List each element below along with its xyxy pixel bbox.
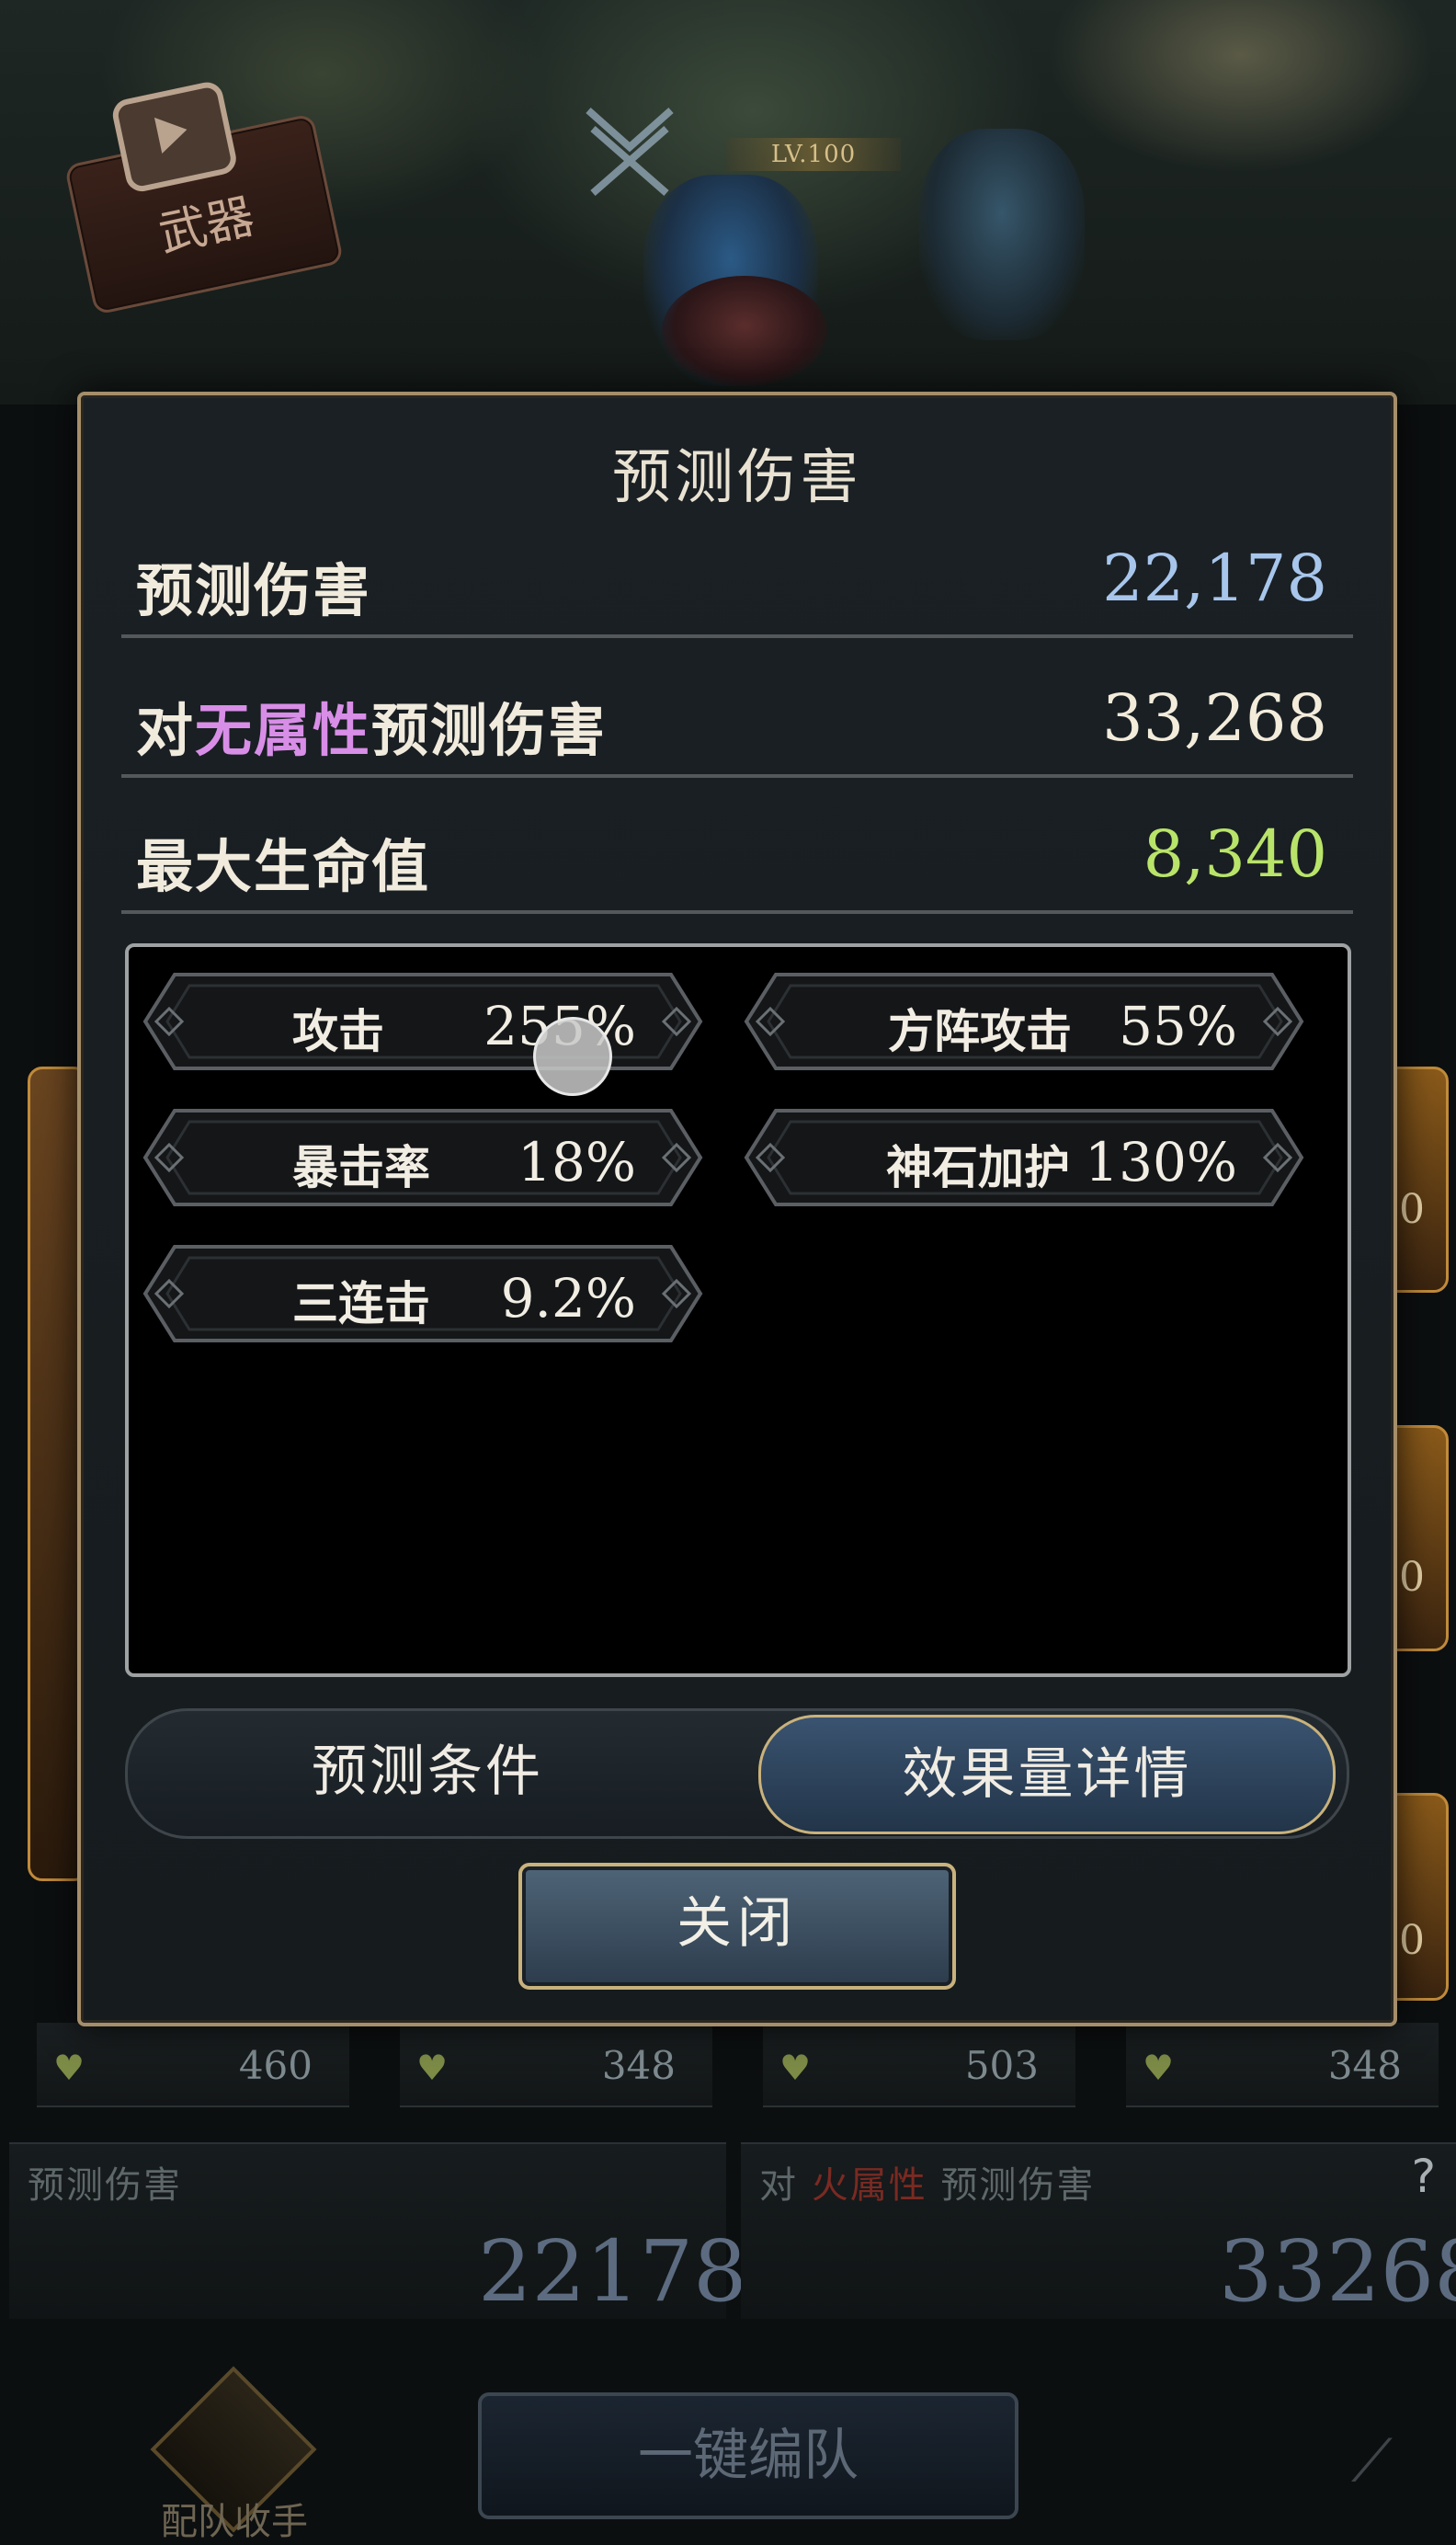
touch-indicator: [533, 1017, 612, 1096]
heart-icon: ♥: [779, 2048, 812, 2088]
team-collection-label: 配队收手: [161, 2501, 308, 2543]
enemy-figure: [919, 129, 1085, 340]
hp-value: 348: [601, 2043, 676, 2088]
character-hat: [662, 276, 827, 386]
predicted-damage-label: 预测伤害: [136, 557, 372, 624]
effect-name: 神石加护: [886, 1141, 1070, 1194]
attribute-damage-panel: 对 火属性 预测伤害 ? 33268: [741, 2142, 1456, 2321]
effect-value: 130%: [1085, 1131, 1237, 1193]
effect-chip-formation-attack: 方阵攻击 55%: [739, 967, 1309, 1076]
hp-cell: ♥ 503: [763, 2023, 1075, 2107]
title-prefix: 对: [759, 2164, 798, 2207]
hp-cell: ♥ 348: [400, 2023, 712, 2107]
effect-value: 9.2%: [500, 1267, 636, 1330]
hp-cell: ♥ 348: [1126, 2023, 1439, 2107]
effect-name: 攻击: [292, 1005, 384, 1058]
predicted-damage-value: 22,178: [1102, 541, 1327, 616]
dialog-title: 预测伤害: [612, 444, 862, 512]
title-suffix: 预测伤害: [940, 2164, 1096, 2207]
tab-effect-details[interactable]: 效果量详情: [758, 1715, 1336, 1834]
effect-name: 三连击: [292, 1277, 430, 1330]
no-attribute-damage-value: 33,268: [1102, 680, 1327, 756]
max-hp-value: 8,340: [1143, 816, 1327, 892]
effect-chip-triple-hit: 三连击 9.2%: [138, 1239, 708, 1348]
help-icon[interactable]: ?: [1411, 2150, 1436, 2203]
team-hp-row: ♥ 460 ♥ 348 ♥ 503 ♥ 348: [37, 2023, 1443, 2124]
heart-icon: ♥: [1143, 2048, 1175, 2088]
predicted-damage-value: 22178: [478, 2222, 747, 2321]
side-card-number: 0: [1399, 1917, 1425, 1964]
predicted-damage-dialog: 预测伤害 预测伤害 22,178 对无属性预测伤害 33,268 最大生命值 8…: [77, 392, 1397, 2026]
predicted-damage-title: 预测伤害: [28, 2164, 182, 2207]
heart-icon: ♥: [53, 2048, 85, 2088]
effect-value: 18%: [518, 1131, 636, 1193]
hp-cell: ♥ 460: [37, 2023, 349, 2107]
close-button[interactable]: 关闭: [518, 1863, 956, 1990]
fire-attribute-label: 火属性: [811, 2164, 927, 2207]
max-hp-row: 最大生命值 8,340: [121, 782, 1353, 914]
dialog-tab-bar: 预测条件 效果量详情: [125, 1708, 1349, 1839]
level-tag: LV.100: [726, 138, 901, 171]
no-attribute-damage-row: 对无属性预测伤害 33,268: [121, 645, 1353, 778]
effect-value: 55%: [1119, 995, 1237, 1057]
hp-value: 503: [964, 2043, 1039, 2088]
team-collection-button[interactable]: 配队收手: [147, 2366, 322, 2543]
effect-chip-divine-stone: 神石加护 130%: [739, 1103, 1309, 1212]
side-card-number: 0: [1399, 1554, 1425, 1601]
edit-icon[interactable]: ⟋: [1351, 2427, 1425, 2501]
label-prefix: 对: [136, 697, 196, 764]
no-attribute-label: 无属性: [195, 697, 372, 764]
heart-icon: ♥: [416, 2048, 449, 2088]
predicted-damage-row: 预测伤害 22,178: [121, 506, 1353, 638]
effect-chip-attack: 攻击 255%: [138, 967, 708, 1076]
hp-value: 348: [1327, 2043, 1402, 2088]
label-suffix: 预测伤害: [371, 697, 608, 764]
max-hp-label: 最大生命值: [136, 833, 431, 900]
effects-panel: 攻击 255% 方阵攻击 55% 暴击率 18%: [125, 943, 1351, 1677]
hp-value: 460: [238, 2043, 313, 2088]
no-attribute-damage-label: 对无属性预测伤害: [136, 684, 607, 767]
predicted-damage-panel: 预测伤害 22178: [9, 2142, 747, 2321]
attribute-damage-title: 对 火属性 预测伤害: [759, 2155, 1095, 2208]
side-card-number: 0: [1399, 1186, 1425, 1233]
weapon-label: 武器: [154, 188, 259, 263]
effect-name: 方阵攻击: [888, 1005, 1072, 1058]
effect-chip-crit-rate: 暴击率 18%: [138, 1103, 708, 1212]
auto-team-button[interactable]: 一键编队: [478, 2392, 1018, 2519]
effect-name: 暴击率: [292, 1141, 430, 1194]
tab-prediction-conditions[interactable]: 预测条件: [133, 1715, 722, 1829]
crossed-swords-icon: [586, 108, 674, 197]
attribute-damage-value: 33268: [1219, 2222, 1456, 2321]
